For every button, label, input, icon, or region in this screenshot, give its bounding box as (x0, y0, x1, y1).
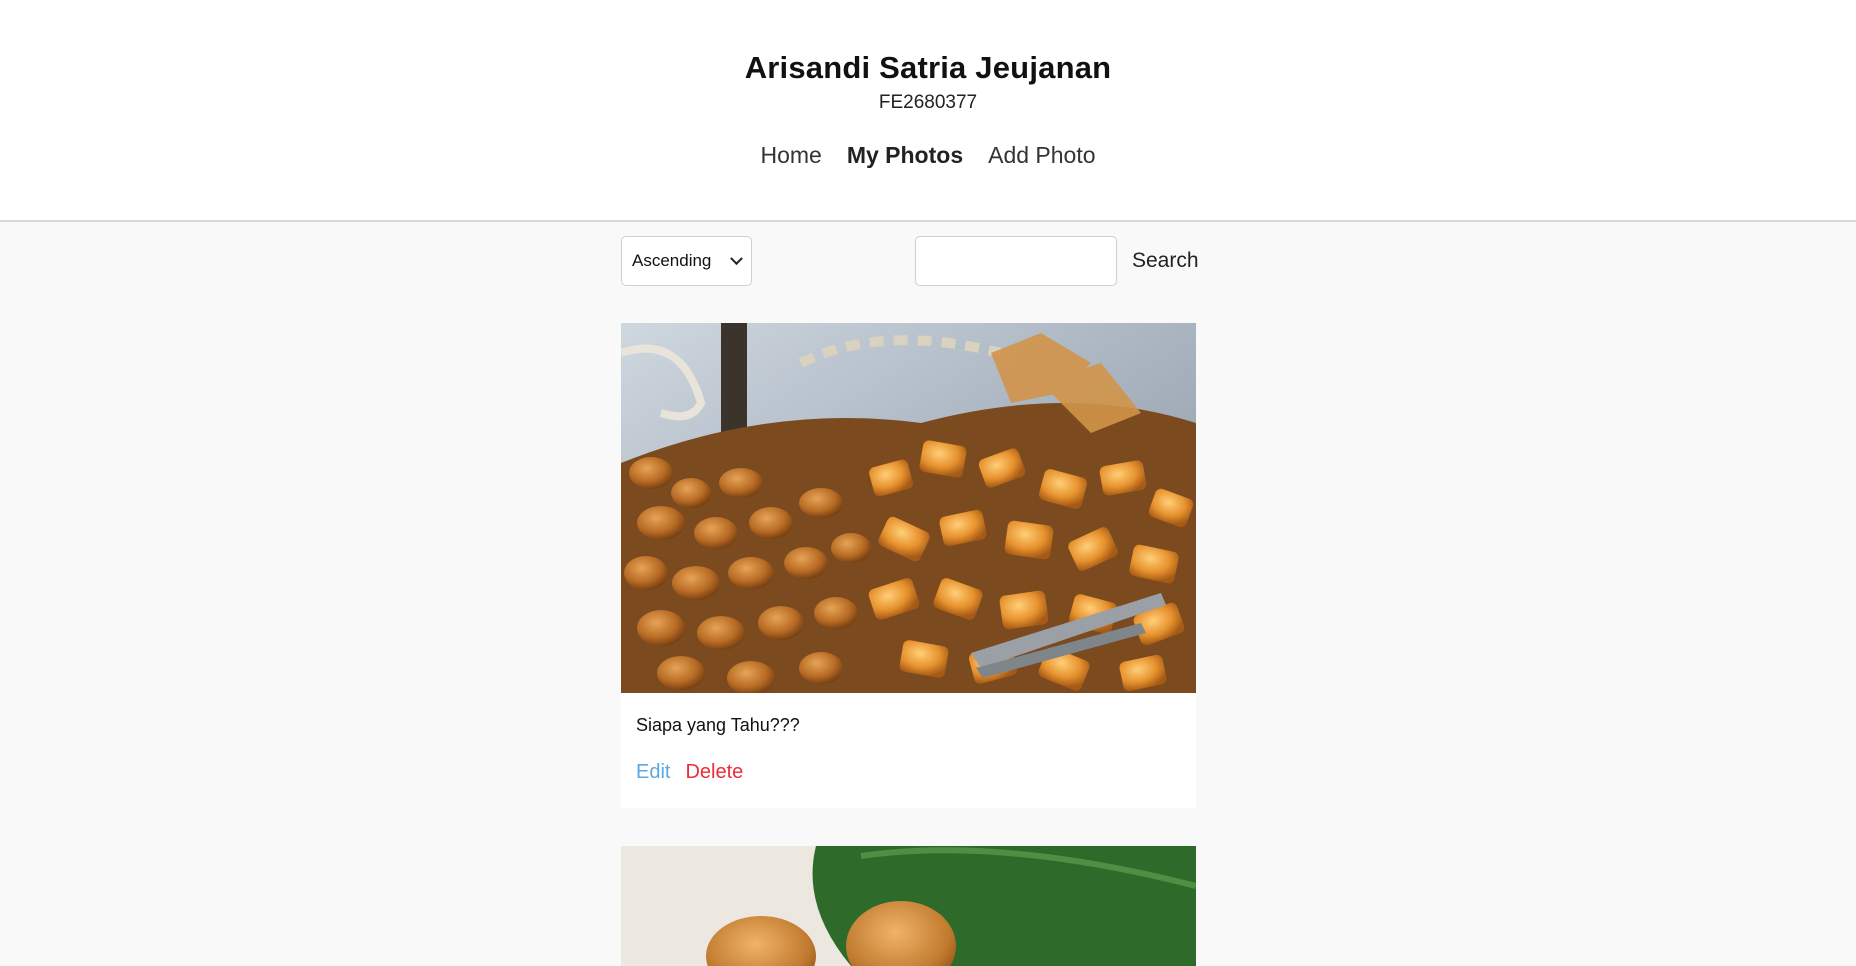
nav-my-photos-link[interactable]: My Photos (847, 142, 963, 169)
sort-order-value: Ascending (632, 251, 712, 270)
photo-actions: Edit Delete (636, 761, 743, 784)
photo-image (621, 846, 1196, 966)
search-input[interactable] (915, 236, 1117, 286)
nav-home-link[interactable]: Home (760, 142, 821, 169)
photo-toolbar: Ascending Search (621, 236, 1199, 286)
nav-add-photo-link[interactable]: Add Photo (988, 142, 1095, 169)
photo-image (621, 323, 1196, 693)
photo-card: Siapa yang Tahu??? Edit Delete (621, 323, 1196, 808)
sort-order-select[interactable]: Ascending (621, 236, 752, 286)
site-title: Arisandi Satria Jeujanan (744, 50, 1112, 85)
edit-photo-link[interactable]: Edit (636, 761, 670, 784)
photo-card (621, 846, 1196, 966)
site-header: Arisandi Satria Jeujanan FE2680377 Home … (0, 0, 1856, 222)
chevron-down-icon (730, 251, 743, 265)
delete-photo-link[interactable]: Delete (685, 761, 743, 784)
site-subtitle: FE2680377 (878, 92, 978, 113)
main-nav: Home My Photos Add Photo (0, 142, 1856, 169)
search-button[interactable]: Search (1129, 236, 1199, 286)
photo-caption: Siapa yang Tahu??? (636, 715, 800, 735)
